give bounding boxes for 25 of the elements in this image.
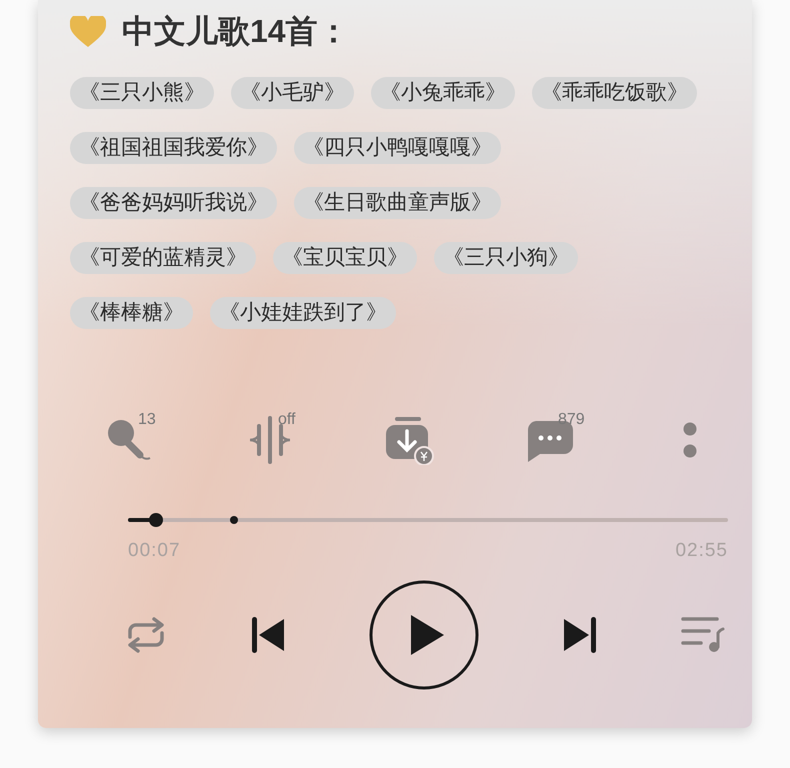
song-tag[interactable]: 《四只小鸭嘎嘎嘎》 xyxy=(294,132,501,164)
song-tag[interactable]: 《小毛驴》 xyxy=(231,77,354,109)
song-tag[interactable]: 《宝贝宝贝》 xyxy=(273,242,417,274)
song-tag[interactable]: 《三只小熊》 xyxy=(70,77,214,109)
song-tag[interactable]: 《乖乖吃饭歌》 xyxy=(532,77,697,109)
song-tag[interactable]: 《可爱的蓝精灵》 xyxy=(70,242,256,274)
repeat-button[interactable] xyxy=(125,615,167,655)
action-count: off xyxy=(278,411,296,429)
heart-icon xyxy=(70,16,106,48)
play-button[interactable] xyxy=(369,580,479,690)
action-count: 879 xyxy=(558,411,585,429)
song-tag[interactable]: 《三只小狗》 xyxy=(434,242,578,274)
elapsed-time: 00:07 xyxy=(128,540,181,562)
next-button[interactable] xyxy=(562,616,598,654)
song-tag[interactable]: 《生日歌曲童声版》 xyxy=(294,187,501,219)
progress-thumb[interactable] xyxy=(149,513,164,527)
playlist-button[interactable] xyxy=(681,615,725,655)
song-tag[interactable]: 《小兔乖乖》 xyxy=(371,77,515,109)
song-tag[interactable]: 《祖国祖国我爱你》 xyxy=(70,132,277,164)
playlist-title: 中文儿歌14首： xyxy=(122,12,350,51)
previous-button[interactable] xyxy=(250,616,286,654)
song-tag[interactable]: 《棒棒糖》 xyxy=(70,297,193,329)
song-tag[interactable]: 《小娃娃跌到了》 xyxy=(210,297,396,329)
download-icon xyxy=(385,415,435,465)
song-tag[interactable]: 《爸爸妈妈听我说》 xyxy=(70,187,277,219)
